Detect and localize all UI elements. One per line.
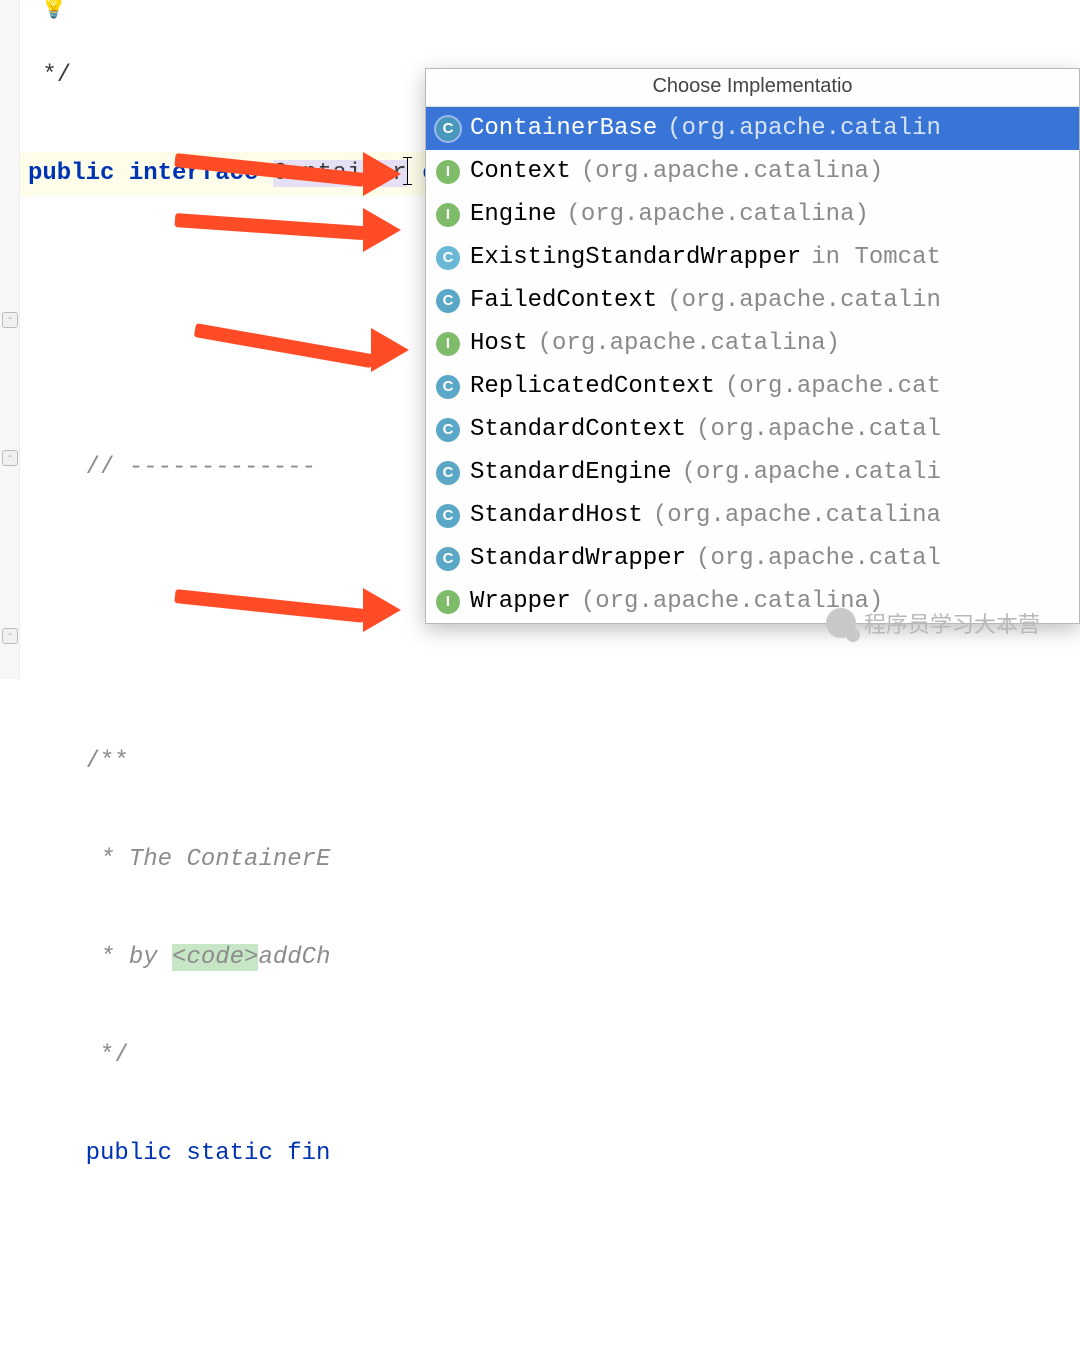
popup-title: Choose Implementatio xyxy=(426,69,1079,107)
item-name: Engine xyxy=(470,201,556,228)
item-name: FailedContext xyxy=(470,287,657,314)
class-icon: C xyxy=(436,547,460,571)
text-caret xyxy=(407,157,408,185)
implementation-item[interactable]: C ContainerBase (org.apache.catalin xyxy=(426,107,1079,150)
item-package: (org.apache.catalin xyxy=(667,115,941,142)
item-name: Wrapper xyxy=(470,588,571,615)
item-name: Host xyxy=(470,330,528,357)
item-package: (org.apache.catalina) xyxy=(581,158,883,185)
item-package: (org.apache.catalina) xyxy=(538,330,840,357)
interface-icon: I xyxy=(436,590,460,614)
editor-gutter: - - - xyxy=(0,0,20,679)
interface-icon: I xyxy=(436,332,460,356)
gutter-fold-icon[interactable]: - xyxy=(2,312,18,328)
code-line: /** xyxy=(20,740,1080,784)
watermark: 程序员学习大本营 xyxy=(826,607,1040,639)
item-package: (org.apache.cat xyxy=(725,373,941,400)
implementation-item[interactable]: C ExistingStandardWrapper in Tomcat xyxy=(426,236,1079,279)
item-package: in Tomcat xyxy=(811,244,941,271)
implementation-item[interactable]: C ReplicatedContext (org.apache.cat xyxy=(426,365,1079,408)
item-package: (org.apache.catalin xyxy=(667,287,941,314)
implementation-item[interactable]: I Host (org.apache.catalina) xyxy=(426,322,1079,365)
code-line xyxy=(20,1230,1080,1274)
item-package: (org.apache.catali xyxy=(682,459,941,486)
interface-icon: I xyxy=(436,203,460,227)
code-line: public static fin xyxy=(20,1132,1080,1176)
interface-icon: I xyxy=(436,160,460,184)
item-name: StandardContext xyxy=(470,416,686,443)
code-line xyxy=(20,1328,1080,1358)
class-icon: C xyxy=(436,246,460,270)
implementation-list[interactable]: C ContainerBase (org.apache.catalin I Conte… xyxy=(426,107,1079,623)
implementation-item[interactable]: C StandardContext (org.apache.catal xyxy=(426,408,1079,451)
item-name: ReplicatedContext xyxy=(470,373,715,400)
class-icon: C xyxy=(436,375,460,399)
arrow-annotation-icon xyxy=(175,140,405,180)
implementation-item[interactable]: C StandardEngine (org.apache.catali xyxy=(426,451,1079,494)
gutter-fold-icon[interactable]: - xyxy=(2,450,18,466)
watermark-text: 程序员学习大本营 xyxy=(864,607,1040,639)
code-line: * by <code>addCh xyxy=(20,936,1080,980)
item-package: (org.apache.catalina xyxy=(653,502,941,529)
arrow-annotation-icon xyxy=(175,200,405,240)
class-icon: C xyxy=(436,461,460,485)
class-icon: C xyxy=(436,504,460,528)
implementation-item[interactable]: C FailedContext (org.apache.catalin xyxy=(426,279,1079,322)
class-icon: C xyxy=(436,117,460,141)
class-icon: C xyxy=(436,418,460,442)
code-line: */ xyxy=(20,1034,1080,1078)
arrow-annotation-icon xyxy=(175,576,405,616)
wechat-icon xyxy=(826,608,856,638)
item-package: (org.apache.catal xyxy=(696,545,941,572)
code-line: * The ContainerE xyxy=(20,838,1080,882)
item-package: (org.apache.catalina) xyxy=(566,201,868,228)
class-icon: C xyxy=(436,289,460,313)
implementation-item[interactable]: C StandardHost (org.apache.catalina xyxy=(426,494,1079,537)
item-name: StandardEngine xyxy=(470,459,672,486)
code-line xyxy=(20,642,1080,686)
item-name: StandardWrapper xyxy=(470,545,686,572)
implementation-item[interactable]: C StandardWrapper (org.apache.catal xyxy=(426,537,1079,580)
implementation-item[interactable]: I Engine (org.apache.catalina) xyxy=(426,193,1079,236)
item-name: Context xyxy=(470,158,571,185)
item-package: (org.apache.catal xyxy=(696,416,941,443)
gutter-fold-icon[interactable]: - xyxy=(2,628,18,644)
item-name: ContainerBase xyxy=(470,115,657,142)
item-name: ExistingStandardWrapper xyxy=(470,244,801,271)
implementation-item[interactable]: I Context (org.apache.catalina) xyxy=(426,150,1079,193)
arrow-annotation-icon xyxy=(195,310,425,350)
item-name: StandardHost xyxy=(470,502,643,529)
choose-implementation-popup: Choose Implementatio C ContainerBase (org… xyxy=(425,68,1080,624)
